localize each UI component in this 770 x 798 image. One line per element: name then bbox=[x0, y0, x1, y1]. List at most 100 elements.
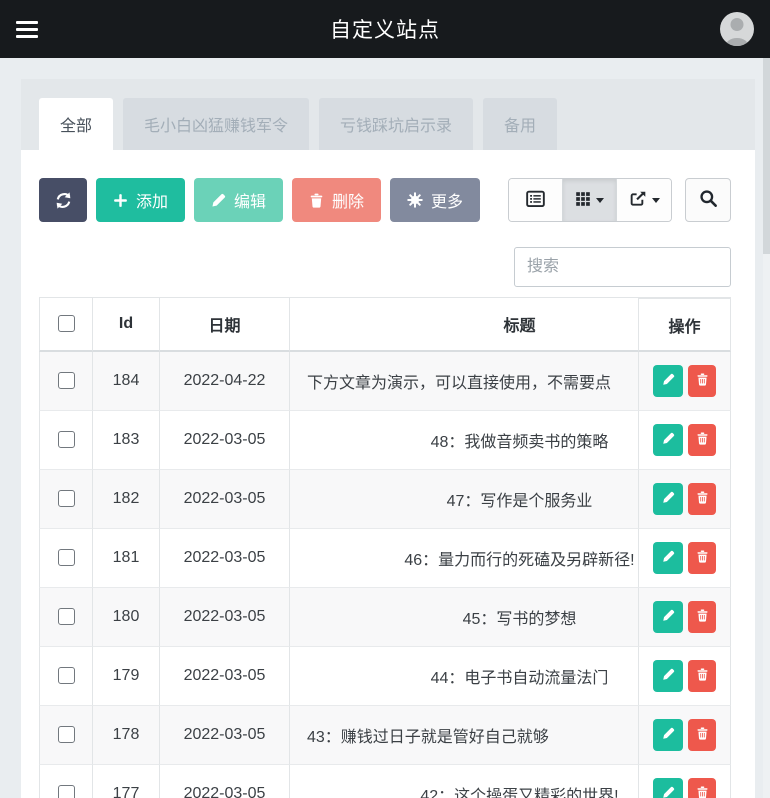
actions-column: 操作 bbox=[638, 298, 731, 798]
col-header-actions: 操作 bbox=[638, 298, 731, 352]
row-edit-button[interactable] bbox=[653, 483, 683, 515]
col-header-id: Id bbox=[93, 298, 160, 352]
page-title: 自定义站点 bbox=[330, 19, 440, 42]
row-id-cell: 183 bbox=[93, 411, 160, 470]
select-all-checkbox[interactable] bbox=[57, 315, 75, 333]
tab-category-1[interactable]: 毛小白凶猛赚钱军令 bbox=[123, 98, 310, 150]
toggle-view-button[interactable] bbox=[509, 179, 563, 221]
row-id-cell: 182 bbox=[93, 470, 160, 529]
main-card: 添加 编辑 删除 更多 搜索 Id 日期 标题 184 2022-04-22 下… bbox=[21, 150, 755, 798]
table-header-row: Id 日期 标题 bbox=[39, 298, 731, 352]
row-date-cell: 2022-03-05 bbox=[160, 470, 290, 529]
export-icon bbox=[629, 190, 647, 211]
row-actions-cell bbox=[638, 529, 731, 588]
row-delete-button[interactable] bbox=[688, 424, 716, 456]
pencil-icon bbox=[662, 668, 675, 684]
search-row bbox=[39, 247, 731, 287]
table-row: 179 2022-03-05 44：电子书自动流量法门 bbox=[39, 647, 731, 706]
trash-icon bbox=[309, 193, 324, 208]
edit-button[interactable]: 编辑 bbox=[194, 178, 284, 222]
row-checkbox[interactable] bbox=[57, 608, 75, 626]
row-date-cell: 2022-03-05 bbox=[160, 765, 290, 798]
more-button[interactable]: 更多 bbox=[390, 178, 481, 222]
row-delete-button[interactable] bbox=[688, 542, 716, 574]
search-input[interactable] bbox=[514, 247, 731, 287]
export-dropdown-button[interactable] bbox=[617, 179, 671, 221]
row-delete-button[interactable] bbox=[688, 660, 716, 692]
table-row: 177 2022-03-05 42：这个操蛋又精彩的世界! bbox=[39, 765, 731, 798]
row-id-cell: 180 bbox=[93, 588, 160, 647]
row-actions-cell bbox=[638, 647, 731, 706]
row-edit-button[interactable] bbox=[653, 660, 683, 692]
row-delete-button[interactable] bbox=[688, 483, 716, 515]
page-scrollbar[interactable] bbox=[763, 58, 770, 798]
row-date-cell: 2022-03-05 bbox=[160, 529, 290, 588]
user-avatar-icon[interactable] bbox=[720, 12, 754, 46]
row-checkbox[interactable] bbox=[57, 372, 75, 390]
tab-all[interactable]: 全部 bbox=[39, 98, 114, 150]
row-checkbox[interactable] bbox=[57, 667, 75, 685]
table-row: 182 2022-03-05 47：写作是个服务业 bbox=[39, 470, 731, 529]
refresh-button[interactable] bbox=[39, 178, 87, 222]
row-date-cell: 2022-03-05 bbox=[160, 706, 290, 765]
row-checkbox[interactable] bbox=[57, 549, 75, 567]
table-row: 178 2022-03-05 43：赚钱过日子就是管好自己就够 bbox=[39, 706, 731, 765]
add-button[interactable]: 添加 bbox=[96, 178, 186, 222]
plus-icon bbox=[113, 193, 128, 208]
trash-icon bbox=[696, 609, 709, 625]
row-id-cell: 184 bbox=[93, 352, 160, 411]
pencil-icon bbox=[662, 727, 675, 743]
tab-bar: 全部 毛小白凶猛赚钱军令 亏钱踩坑启示录 备用 bbox=[21, 79, 755, 150]
row-id-cell: 179 bbox=[93, 647, 160, 706]
row-actions-cell bbox=[638, 588, 731, 647]
toolbar: 添加 编辑 删除 更多 bbox=[39, 178, 731, 222]
row-checkbox[interactable] bbox=[57, 726, 75, 744]
grid-icon bbox=[575, 191, 591, 210]
delete-button[interactable]: 删除 bbox=[292, 178, 382, 222]
card-list-icon bbox=[526, 190, 545, 211]
row-actions-cell bbox=[638, 765, 731, 798]
row-edit-button[interactable] bbox=[653, 778, 683, 798]
row-delete-button[interactable] bbox=[688, 719, 716, 751]
row-checkbox[interactable] bbox=[57, 431, 75, 449]
row-id-cell: 177 bbox=[93, 765, 160, 798]
pencil-icon bbox=[662, 786, 675, 798]
row-edit-button[interactable] bbox=[653, 365, 683, 397]
scrollbar-thumb[interactable] bbox=[763, 58, 770, 254]
trash-icon bbox=[696, 786, 709, 798]
row-edit-button[interactable] bbox=[653, 719, 683, 751]
columns-dropdown-button[interactable] bbox=[563, 179, 617, 221]
row-actions-cell bbox=[638, 411, 731, 470]
pencil-icon bbox=[662, 609, 675, 625]
table-row: 183 2022-03-05 48：我做音频卖书的策略 bbox=[39, 411, 731, 470]
trash-icon bbox=[696, 668, 709, 684]
row-delete-button[interactable] bbox=[688, 778, 716, 798]
pencil-icon bbox=[662, 550, 675, 566]
pencil-icon bbox=[662, 373, 675, 389]
tab-category-2[interactable]: 亏钱踩坑启示录 bbox=[319, 98, 474, 150]
row-delete-button[interactable] bbox=[688, 601, 716, 633]
row-checkbox[interactable] bbox=[57, 785, 75, 798]
pencil-icon bbox=[662, 432, 675, 448]
search-toggle-button[interactable] bbox=[685, 178, 731, 222]
row-edit-button[interactable] bbox=[653, 601, 683, 633]
chevron-down-icon bbox=[651, 197, 660, 203]
data-table: Id 日期 标题 184 2022-04-22 下方文章为演示，可以直接使用，不… bbox=[39, 297, 731, 798]
row-edit-button[interactable] bbox=[653, 542, 683, 574]
row-delete-button[interactable] bbox=[688, 365, 716, 397]
view-tools-group bbox=[508, 178, 672, 222]
col-header-date: 日期 bbox=[160, 298, 290, 352]
tab-backup[interactable]: 备用 bbox=[483, 98, 558, 150]
table-tools bbox=[508, 178, 731, 222]
trash-icon bbox=[696, 727, 709, 743]
gear-icon bbox=[407, 192, 423, 208]
chevron-down-icon bbox=[596, 197, 604, 203]
content-shell: 全部 毛小白凶猛赚钱军令 亏钱踩坑启示录 备用 添加 编辑 删除 更多 搜索 I… bbox=[21, 79, 755, 798]
select-all-header bbox=[39, 298, 93, 352]
magnifier-icon bbox=[699, 189, 718, 211]
table-row: 180 2022-03-05 45：写书的梦想 bbox=[39, 588, 731, 647]
row-edit-button[interactable] bbox=[653, 424, 683, 456]
trash-icon bbox=[696, 550, 709, 566]
row-checkbox[interactable] bbox=[57, 490, 75, 508]
row-actions-cell bbox=[638, 470, 731, 529]
